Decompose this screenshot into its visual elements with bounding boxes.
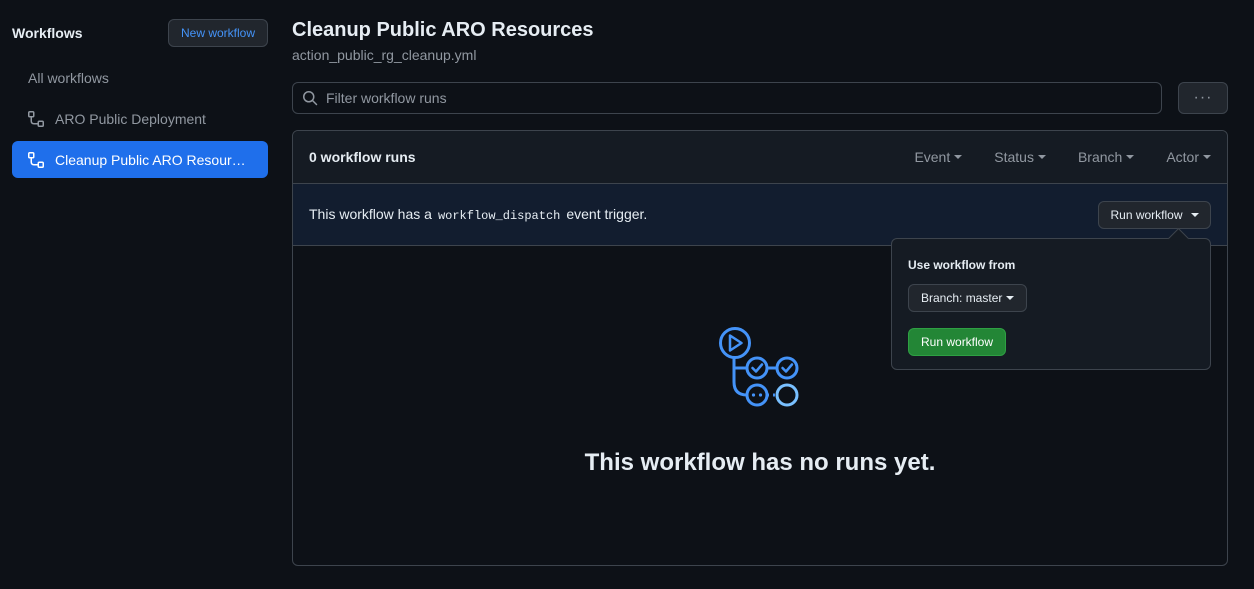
runs-filters: Event Status Branch Actor [882,149,1211,165]
status-filter-dropdown[interactable]: Status [994,149,1046,165]
filter-row: ··· [292,82,1228,114]
filter-label: Status [994,149,1034,165]
workflow-file-name[interactable]: action_public_rg_cleanup.yml [292,47,1228,63]
dispatch-text-after: event trigger. [566,206,648,222]
more-options-button[interactable]: ··· [1178,82,1228,114]
workflow-dispatch-banner: This workflow has a workflow_dispatch even… [293,184,1227,246]
workflow-icon [28,110,44,127]
caret-down-icon [1203,155,1211,159]
branch-filter-dropdown[interactable]: Branch [1077,149,1135,165]
new-workflow-button[interactable]: New workflow [168,19,268,47]
sidebar-item-label: ARO Public Deployment [55,110,206,127]
run-workflow-submit-button[interactable]: Run workflow [908,328,1007,356]
workflow-icon [28,151,44,168]
sidebar: Workflows New workflow All workflows ARO… [12,19,268,182]
sidebar-title: Workflows [12,25,83,41]
workflow-runs-illustration-icon [719,327,799,407]
run-workflow-popover: Use workflow from Branch: master Run wor… [891,238,1211,370]
dispatch-text: This workflow has a workflow_dispatch even… [309,206,1098,223]
sidebar-item-label: All workflows [28,69,109,86]
run-workflow-label: Run workflow [1110,207,1183,222]
runs-count: 0 workflow runs [309,149,416,165]
actor-filter-dropdown[interactable]: Actor [1166,149,1211,165]
search-icon [302,90,318,106]
runs-header: 0 workflow runs Event Status Branch Acto… [293,131,1227,184]
branch-select-button[interactable]: Branch: master [908,284,1028,312]
sidebar-item-aro-public-deployment[interactable]: ARO Public Deployment [12,100,268,137]
popover-title: Use workflow from [908,258,1016,272]
caret-down-icon [954,155,963,159]
dispatch-text-before: This workflow has a [309,206,432,222]
caret-down-icon [1126,155,1135,159]
filter-box [292,82,1162,114]
caret-down-icon [1190,212,1199,217]
event-filter-dropdown[interactable]: Event [914,149,963,165]
sidebar-item-all-workflows[interactable]: All workflows [12,59,268,96]
filter-workflow-runs-input[interactable] [326,90,1146,106]
workflow-nav: All workflows ARO Public Deployment Clea… [12,59,268,178]
sidebar-item-cleanup-public-aro-resources[interactable]: Cleanup Public ARO Resources [12,141,268,178]
caret-down-icon [1006,296,1015,300]
run-workflow-dropdown-button[interactable]: Run workflow [1098,200,1211,229]
branch-label: Branch: master [921,291,1003,305]
filter-label: Branch [1077,149,1123,165]
sidebar-header: Workflows New workflow [12,19,268,47]
empty-state-title: This workflow has no runs yet. [584,449,936,476]
caret-down-icon [1037,155,1046,159]
filter-label: Event [914,149,951,165]
popover-content: Use workflow from Branch: master Run wor… [908,255,1194,356]
filter-label: Actor [1166,149,1199,165]
sidebar-item-label: Cleanup Public ARO Resources [55,151,247,168]
page-title: Cleanup Public ARO Resources [292,19,594,41]
dispatch-code: workflow_dispatch [437,209,561,223]
